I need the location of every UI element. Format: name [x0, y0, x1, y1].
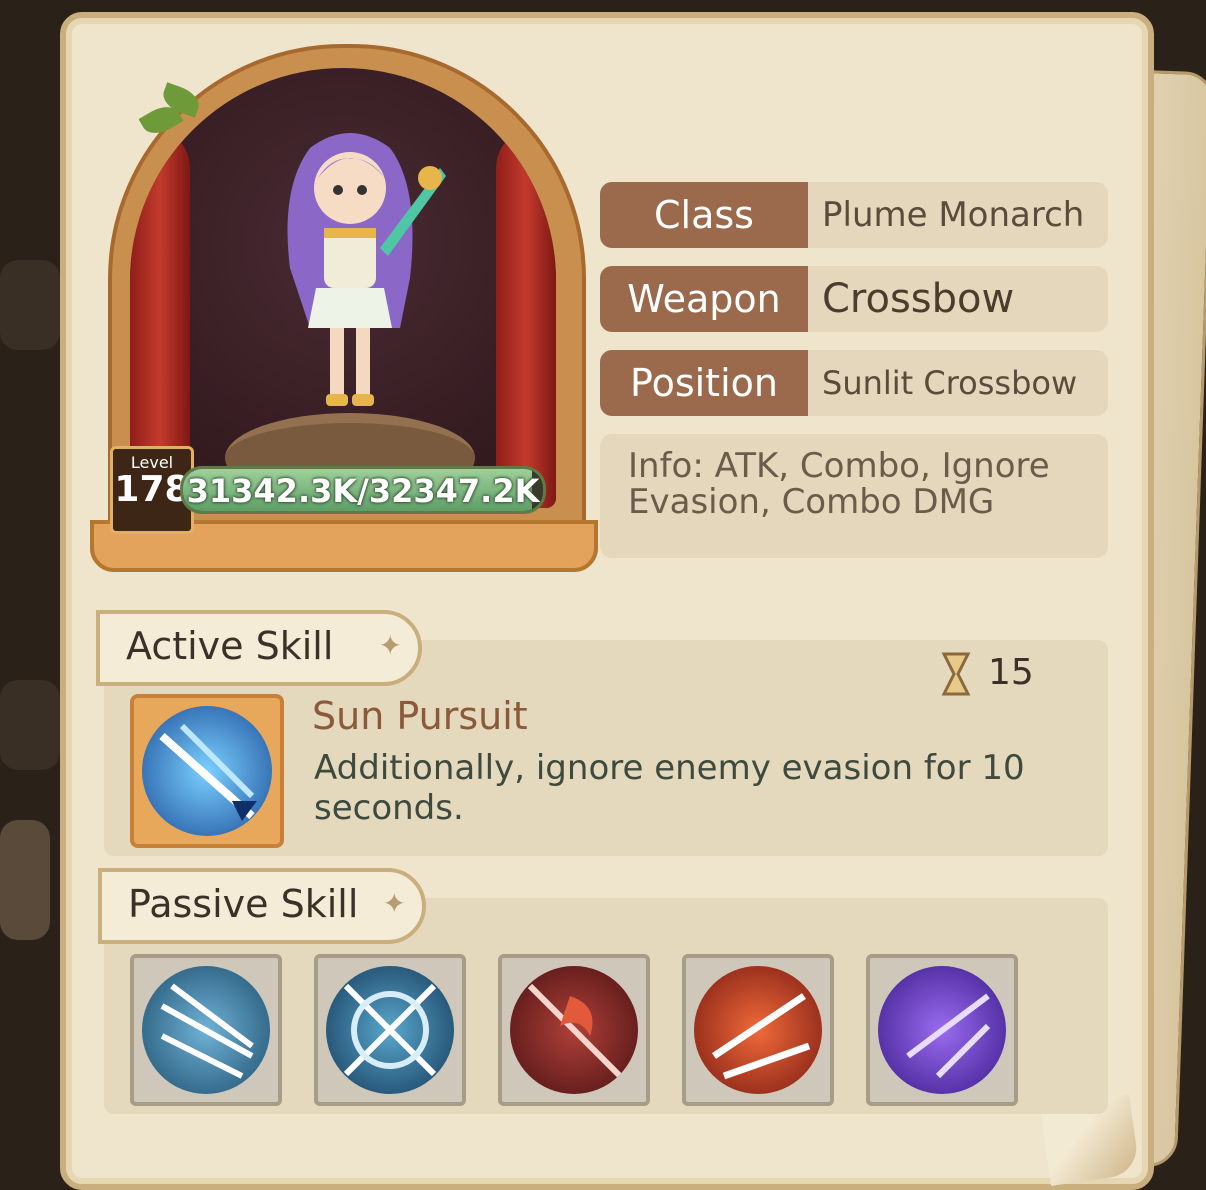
info-row-weapon: Weapon Crossbow	[600, 266, 1108, 332]
sparkle-icon: ✦	[378, 629, 402, 662]
passive-skill-icon-5[interactable]	[866, 954, 1018, 1106]
fire-arrows-icon	[712, 993, 811, 1080]
info-value: Sunlit Crossbow	[822, 364, 1078, 402]
hero-avatar	[287, 133, 446, 406]
info-value: Crossbow	[822, 276, 1015, 322]
info-key: Weapon	[600, 266, 808, 332]
passive-skill-tab-label: Passive Skill	[128, 882, 359, 926]
passive-skill-icon-4[interactable]	[682, 954, 834, 1106]
cooldown-value: 15	[988, 652, 1034, 693]
passive-skill-icon-3[interactable]	[498, 954, 650, 1106]
info-value: Plume Monarch	[822, 195, 1085, 235]
purple-arrow-icon	[906, 993, 991, 1079]
tab-active-skill[interactable]: Active Skill ✦	[96, 610, 422, 686]
flame-arrow-icon	[527, 983, 623, 1079]
info-row-class: Class Plume Monarch	[600, 182, 1108, 248]
info-key: Class	[600, 182, 808, 248]
info-description: Info: ATK, Combo, Ignore Evasion, Combo …	[628, 446, 1050, 522]
sparkle-icon: ✦	[382, 887, 406, 920]
triple-arrow-icon	[160, 983, 254, 1079]
info-key: Position	[600, 350, 808, 416]
info-description-box: Info: ATK, Combo, Ignore Evasion, Combo …	[600, 434, 1108, 558]
active-skill-icon[interactable]	[130, 694, 284, 848]
active-skill-name: Sun Pursuit	[312, 694, 528, 738]
crossed-bow-icon	[343, 983, 437, 1077]
tab-passive-skill[interactable]: Passive Skill ✦	[98, 868, 426, 944]
info-row-position: Position Sunlit Crossbow	[600, 350, 1108, 416]
hourglass-icon	[941, 652, 971, 696]
crossbow-bolt-icon	[159, 723, 257, 821]
active-skill-tab-label: Active Skill	[126, 624, 334, 668]
exp-text: 31342.3K/32347.2K	[186, 472, 540, 510]
passive-skill-icon-2[interactable]	[314, 954, 466, 1106]
active-skill-description: Additionally, ignore enemy evasion for 1…	[314, 748, 1025, 828]
exp-bar: 31342.3K/32347.2K	[180, 466, 546, 514]
passive-skill-icon-1[interactable]	[130, 954, 282, 1106]
